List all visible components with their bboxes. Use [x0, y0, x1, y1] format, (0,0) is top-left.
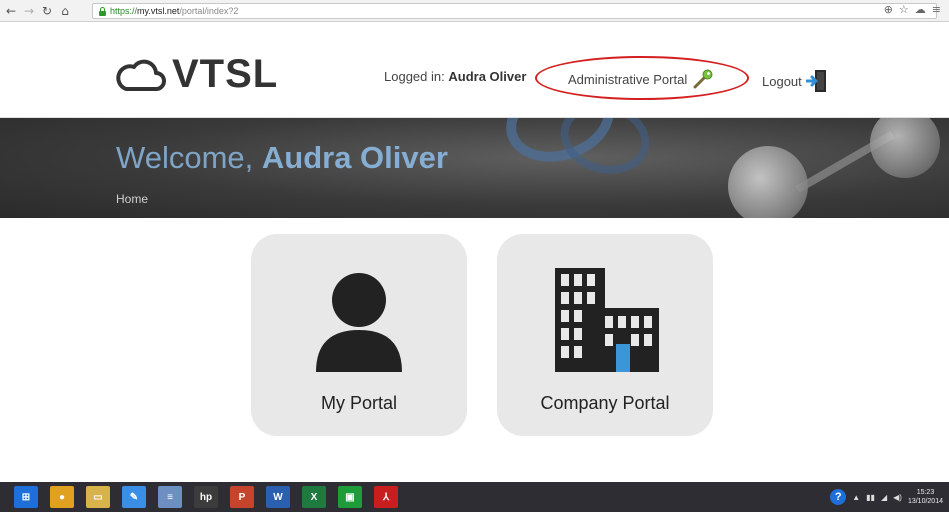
building-icon — [555, 268, 659, 372]
administrative-portal-label: Administrative Portal — [568, 71, 688, 87]
clock-date: 13/10/2014 — [907, 498, 943, 505]
notepad-taskbar-icon[interactable]: ≡ — [158, 486, 182, 508]
address-bar[interactable]: https://my.vtsl.net/portal/index?2 — [92, 3, 937, 19]
welcome-name: Audra Oliver — [261, 140, 448, 175]
welcome-banner: Welcome, Audra Oliver Home — [0, 118, 949, 218]
star-icon[interactable]: ☆ — [899, 3, 909, 16]
cloud-logo-icon — [116, 59, 166, 91]
forward-icon[interactable]: → — [22, 3, 36, 19]
hp-taskbar-icon[interactable]: hp — [194, 486, 218, 508]
file-explorer-taskbar-icon[interactable]: ▭ — [86, 486, 110, 508]
breadcrumb-home[interactable]: Home — [116, 192, 148, 206]
my-portal-label: My Portal — [320, 393, 398, 413]
banner-decoration — [728, 146, 808, 218]
windows-taskbar: ⊞ ● ▭ ✎ ≡ hp P W X ▣ ⅄ ? ▲ ▮▮ ◢ ◀) 15:23 13/10/201… — [0, 482, 949, 512]
powerpoint-taskbar-icon[interactable]: P — [230, 486, 254, 508]
administrative-portal-link[interactable]: Administrative Portal — [568, 69, 714, 89]
company-portal-label: Company Portal — [540, 393, 670, 413]
logged-in-label: Logged in: — [384, 69, 445, 84]
zoom-icon[interactable]: ⊕ — [884, 3, 893, 16]
user-name: Audra Oliver — [448, 69, 527, 84]
banner-decoration — [552, 118, 658, 184]
home-icon[interactable]: ⌂ — [58, 3, 72, 19]
welcome-prefix: Welcome, — [116, 140, 254, 175]
system-tray: ? ▲ ▮▮ ◢ ◀) 15:23 13/10/2014 — [830, 482, 943, 512]
signal-icon[interactable]: ◢ — [881, 493, 887, 502]
help-icon[interactable]: ? — [830, 489, 847, 505]
logout-door-icon — [805, 70, 826, 92]
store-taskbar-icon[interactable]: ▣ — [338, 486, 362, 508]
logout-label: Logout — [762, 73, 802, 89]
network-icon[interactable]: ▮▮ — [866, 493, 875, 502]
key-icon — [693, 69, 713, 89]
logo-text: VTSL — [172, 52, 279, 96]
app-blue-feather-taskbar-icon[interactable]: ✎ — [122, 486, 146, 508]
company-portal-tile[interactable]: Company Portal — [497, 234, 713, 436]
logout-link[interactable]: Logout — [762, 69, 828, 93]
clock[interactable]: 15:23 13/10/2014 — [908, 488, 943, 506]
word-taskbar-icon[interactable]: W — [266, 486, 290, 508]
browser-toolbar: ← → ↻ ⌂ https://my.vtsl.net/portal/index… — [0, 0, 949, 22]
url-scheme: https:// — [110, 6, 138, 16]
lock-icon — [98, 6, 107, 16]
clock-time: 15:23 — [916, 489, 935, 496]
menu-icon[interactable]: ≡ — [932, 3, 941, 16]
cloud-icon[interactable]: ☁ — [915, 3, 926, 16]
excel-taskbar-icon[interactable]: X — [302, 486, 326, 508]
chrome-taskbar-icon[interactable]: ● — [50, 486, 74, 508]
windows-start-taskbar-icon[interactable]: ⊞ — [14, 486, 38, 508]
reload-icon[interactable]: ↻ — [40, 3, 54, 19]
my-portal-tile[interactable]: My Portal — [251, 234, 467, 436]
tray-arrow-icon[interactable]: ▲ — [852, 493, 860, 502]
url-host: my.vtsl.net — [137, 6, 180, 16]
browser-actions: ⊕ ☆ ☁ ≡ — [884, 3, 941, 16]
banner-decoration — [870, 118, 940, 178]
welcome-heading: Welcome, Audra Oliver — [116, 140, 448, 176]
person-icon — [316, 273, 402, 372]
taskbar-apps: ⊞ ● ▭ ✎ ≡ hp P W X ▣ ⅄ — [0, 486, 398, 508]
vtsl-logo[interactable]: VTSL — [116, 52, 278, 97]
acrobat-taskbar-icon[interactable]: ⅄ — [374, 486, 398, 508]
site-header: VTSL Logged in: Audra Oliver Administrat… — [0, 22, 949, 118]
volume-icon[interactable]: ◀) — [893, 493, 902, 502]
url-path: /portal/index?2 — [179, 6, 239, 16]
logged-in-status: Logged in: Audra Oliver — [384, 69, 526, 84]
back-icon[interactable]: ← — [4, 3, 18, 19]
